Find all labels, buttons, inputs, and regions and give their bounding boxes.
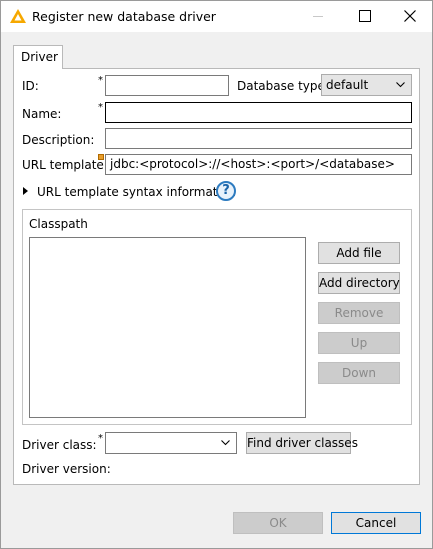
database-type-select[interactable]: default [321,74,412,96]
description-input[interactable] [105,128,412,149]
url-syntax-info-toggle[interactable]: URL template syntax information [37,185,236,199]
close-icon [404,10,416,22]
remove-button[interactable]: Remove [318,302,400,324]
url-template-input[interactable]: jdbc:<protocol>://<host>:<port>/<databas… [105,154,412,175]
down-button[interactable]: Down [318,362,400,384]
chevron-down-icon [221,440,230,446]
url-template-label: URL template: [22,158,108,172]
driver-class-label: Driver class: [22,438,97,452]
find-driver-classes-button[interactable]: Find driver classes [246,432,358,454]
knime-logo-icon [10,9,26,23]
up-button[interactable]: Up [318,332,400,354]
id-required-marker: * [98,75,103,86]
close-button[interactable] [387,1,433,31]
help-icon[interactable]: ? [216,181,236,201]
cancel-button[interactable]: Cancel [331,512,421,534]
driver-class-required-marker: * [98,433,103,444]
driver-class-select[interactable] [105,432,237,454]
name-label: Name: [22,107,62,121]
name-input[interactable] [105,102,412,123]
expand-arrow-icon[interactable] [23,187,28,195]
maximize-button[interactable] [341,1,387,31]
classpath-list[interactable] [29,237,306,418]
ok-button[interactable]: OK [233,512,323,534]
warning-icon [98,154,104,160]
driver-version-label: Driver version: [22,462,111,476]
tab-driver[interactable]: Driver [13,45,63,69]
title-bar: Register new database driver [1,1,432,32]
description-label: Description: [22,133,95,147]
add-directory-button[interactable]: Add directory [318,272,400,294]
tab-driver-label: Driver [21,50,58,64]
minimize-button[interactable] [295,1,341,31]
name-required-marker: * [98,102,103,113]
id-label: ID: [22,79,39,93]
dialog-window: Register new database driver Driver ID: … [0,0,433,549]
window-title: Register new database driver [32,9,216,24]
database-type-value: default [326,78,369,92]
add-file-button[interactable]: Add file [318,242,400,264]
classpath-label: Classpath [29,217,88,231]
database-type-label: Database type: [237,79,329,93]
id-input[interactable] [105,75,229,96]
chevron-down-icon [396,82,405,88]
